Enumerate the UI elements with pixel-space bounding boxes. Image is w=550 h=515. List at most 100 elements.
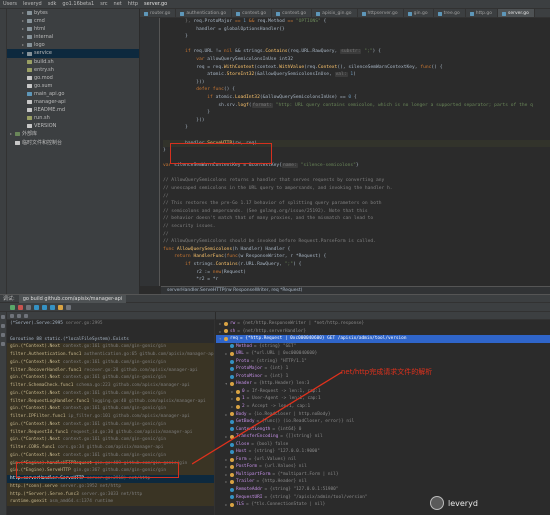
editor-tab[interactable]: tree.go [434,9,466,17]
tree-item[interactable]: ▸ cmd [7,17,139,25]
step-over-icon[interactable] [34,304,39,310]
variables-header [216,312,550,320]
tree-item[interactable]: go.sum [7,82,139,90]
stack-frame[interactable]: (*Server).Serve:2995 server.go:2995 [7,320,214,328]
tree-item[interactable]: ▸ internal [7,33,139,41]
close-icon[interactable] [1,342,5,346]
stack-frame-location: context.go:161 github.com/gin-gonic/gin [60,437,166,443]
nav-crumb[interactable]: net [114,1,122,7]
tree-item-label: html [34,26,46,33]
stack-frame[interactable]: gin.(*Context).Next context.go:161 githu… [7,343,214,351]
code-token: } [163,125,188,131]
stack-frame-function: http.(*conn).serve [10,483,58,489]
stack-frame[interactable]: filter.CORS.func1 cors.go:34 github.com/… [7,444,214,452]
nav-crumb[interactable]: leveryd [23,1,42,7]
tree-item[interactable]: run.sh [7,114,139,122]
stack-frame[interactable]: gin.(*Context).Next context.go:161 githu… [7,374,214,382]
debug-run-config-tab[interactable]: go build github.com/apisix/manager-api [18,294,127,303]
tree-item[interactable]: ▸ 外部库 [7,130,139,138]
tree-item[interactable]: ▸ bytes [7,9,139,17]
stack-frame-function: gin.(*Context).Next [10,406,61,412]
editor-tab[interactable]: gin.go [404,9,434,17]
stack-frame[interactable]: Goroutine 88 static.(*localFileSystem).E… [7,336,214,344]
stack-frame[interactable]: http.(*conn).serve server.go:1952 net/ht… [7,482,214,491]
filter-icon[interactable] [10,313,14,318]
code-token: atomic. [163,72,227,78]
stop-icon[interactable] [18,304,23,310]
tree-item[interactable]: 临时文件和控制台 [7,139,139,147]
settings-icon[interactable] [1,324,5,328]
variable-row[interactable]: RequestURI = {string} "/apisix/admin/tool… [216,494,550,502]
variable-row[interactable]: ▾ req = {*http.Request | 0xc000040600} GET… [216,335,550,343]
nav-crumb[interactable]: go1.16beta1 [62,1,94,7]
step-into-icon[interactable] [42,304,47,310]
stack-frame[interactable] [7,506,214,514]
step-out-icon[interactable] [50,304,55,310]
stack-frame[interactable]: gin.(*Context).Next context.go:161 githu… [7,420,214,429]
nav-crumb[interactable]: src [100,1,107,7]
editor-tab[interactable]: server.go [498,9,535,17]
editor-tab[interactable]: context.go [232,9,273,17]
stack-frame[interactable] [7,328,214,336]
evaluate-icon[interactable] [66,304,71,310]
stack-frame[interactable]: gin.(*Context).Next context.go:161 githu… [7,405,214,413]
code-token: (r.URL.RawQuery, [237,262,285,267]
tree-item[interactable]: build.sh [7,58,139,66]
tree-item[interactable]: entry.sh [7,66,139,74]
tree-item-label: 临时文件和控制台 [22,139,63,146]
stack-frame[interactable]: filter.RecoverHandler.func1 recover.go:2… [7,366,214,375]
stack-frame[interactable]: gin.(*Context).Next context.go:161 githu… [7,389,214,398]
code-line: return HandlerFunc(func(w ResponseWriter… [163,253,550,261]
stack-frame[interactable]: filter.RequestLogHandler.func1 logging.g… [7,397,214,406]
nav-crumb[interactable]: sdk [48,1,57,7]
file-icon [15,140,20,145]
stack-frame[interactable]: filter.Authentication.func1 authenticati… [7,351,214,359]
tree-item[interactable]: VERSION [7,122,139,130]
variable-row[interactable]: ▸ Trailer = {http.Header} nil [216,478,550,486]
pause-icon[interactable] [26,304,31,310]
editor-tab[interactable]: router.go [140,9,177,17]
code-token: (req. [304,64,318,70]
stack-frame[interactable]: filter.IPFilter.func1 ip_filter.go:101 g… [7,413,214,421]
tree-item[interactable]: ▸ logo [7,41,139,49]
resume-icon[interactable] [10,304,15,310]
nav-crumb[interactable]: server.go [144,1,167,7]
editor-tab[interactable]: http.go [466,9,499,17]
tree-item[interactable]: README.md [7,106,139,114]
stack-frame-location: context.go:161 github.com/gin-gonic/gin [60,421,166,427]
stack-frame[interactable]: gin.(*Context).Next context.go:161 githu… [7,436,214,444]
pin-icon[interactable] [1,333,5,337]
editor-tab[interactable]: authentication.go [176,9,233,17]
tree-item[interactable]: ▸ html [7,25,139,33]
tree-item[interactable]: main_api.go [7,90,139,98]
tree-item[interactable]: manager-api [7,98,139,106]
stack-frame[interactable]: runtime.goexit asm_amd64.s:1374 runtime [7,498,214,506]
code-line: // [163,193,550,201]
frames-list: (*Server).Serve:2995 server.go:2995 Gorou… [7,320,215,515]
debug-toolbar [0,303,550,312]
code-token: if [163,49,194,55]
editor-breadcrumb[interactable]: serverHandler.ServeHTTP(rw ResponseWrite… [161,286,550,294]
variable-row[interactable]: ▸ TLS = {*tls.ConnectionState | nil} [216,501,550,509]
up-arrow-icon[interactable] [17,313,21,318]
stack-frame[interactable]: filter.RequestId.func1 request_id.go:30 … [7,428,214,437]
editor-tab[interactable]: httpserver.go [358,9,404,17]
stack-frame[interactable]: gin.(*Context).Next context.go:161 githu… [7,358,214,367]
editor-tab[interactable]: apisix_gin.go [312,9,358,17]
nav-crumb[interactable]: Users [3,1,17,7]
code-token: ";" [361,49,373,55]
variable-row[interactable]: RemoteAddr = {string} "127.0.0.1:51980" [216,486,550,494]
tree-item[interactable]: ▸ service [7,49,139,58]
down-arrow-icon[interactable] [24,313,28,318]
code-token: ) { [293,262,302,267]
run-to-cursor-icon[interactable] [58,304,63,310]
rerun-icon[interactable] [1,315,5,319]
stack-frame[interactable]: filter.SchemaCheck.func1 schema.go:223 g… [7,382,214,390]
nav-crumb[interactable]: http [128,1,138,7]
stack-frame[interactable]: gin.(*Context).Next context.go:161 githu… [7,451,214,460]
editor-tab[interactable]: context.go [272,9,313,17]
variable-row[interactable]: ▸ rw = {net/http.ResponseWriter | *net/htt… [216,320,550,328]
variable-row[interactable]: ▸ sh = {net/http.serverHandler} [216,328,550,336]
tree-item[interactable]: go.mod [7,74,139,82]
stack-frame[interactable]: http.(*Server).Serve.func3 server.go:303… [7,490,214,499]
